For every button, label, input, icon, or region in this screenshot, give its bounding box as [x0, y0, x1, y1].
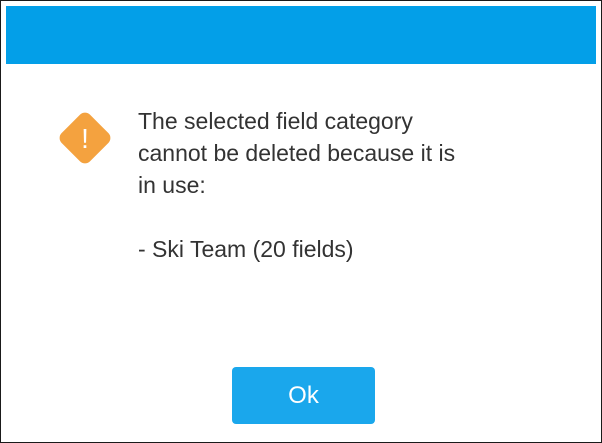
warning-icon: !: [59, 112, 111, 164]
message-line: in use:: [138, 172, 206, 198]
message-line: cannot be deleted because it is: [138, 140, 456, 166]
in-use-item: - Ski Team (20 fields): [138, 236, 354, 262]
dialog-message: The selected field category cannot be de…: [138, 105, 558, 265]
message-line: The selected field category: [138, 108, 413, 134]
warning-glyph: !: [81, 123, 89, 154]
ok-button[interactable]: Ok: [232, 367, 375, 424]
alert-dialog: ! The selected field category cannot be …: [0, 0, 602, 443]
dialog-titlebar: [6, 6, 596, 64]
